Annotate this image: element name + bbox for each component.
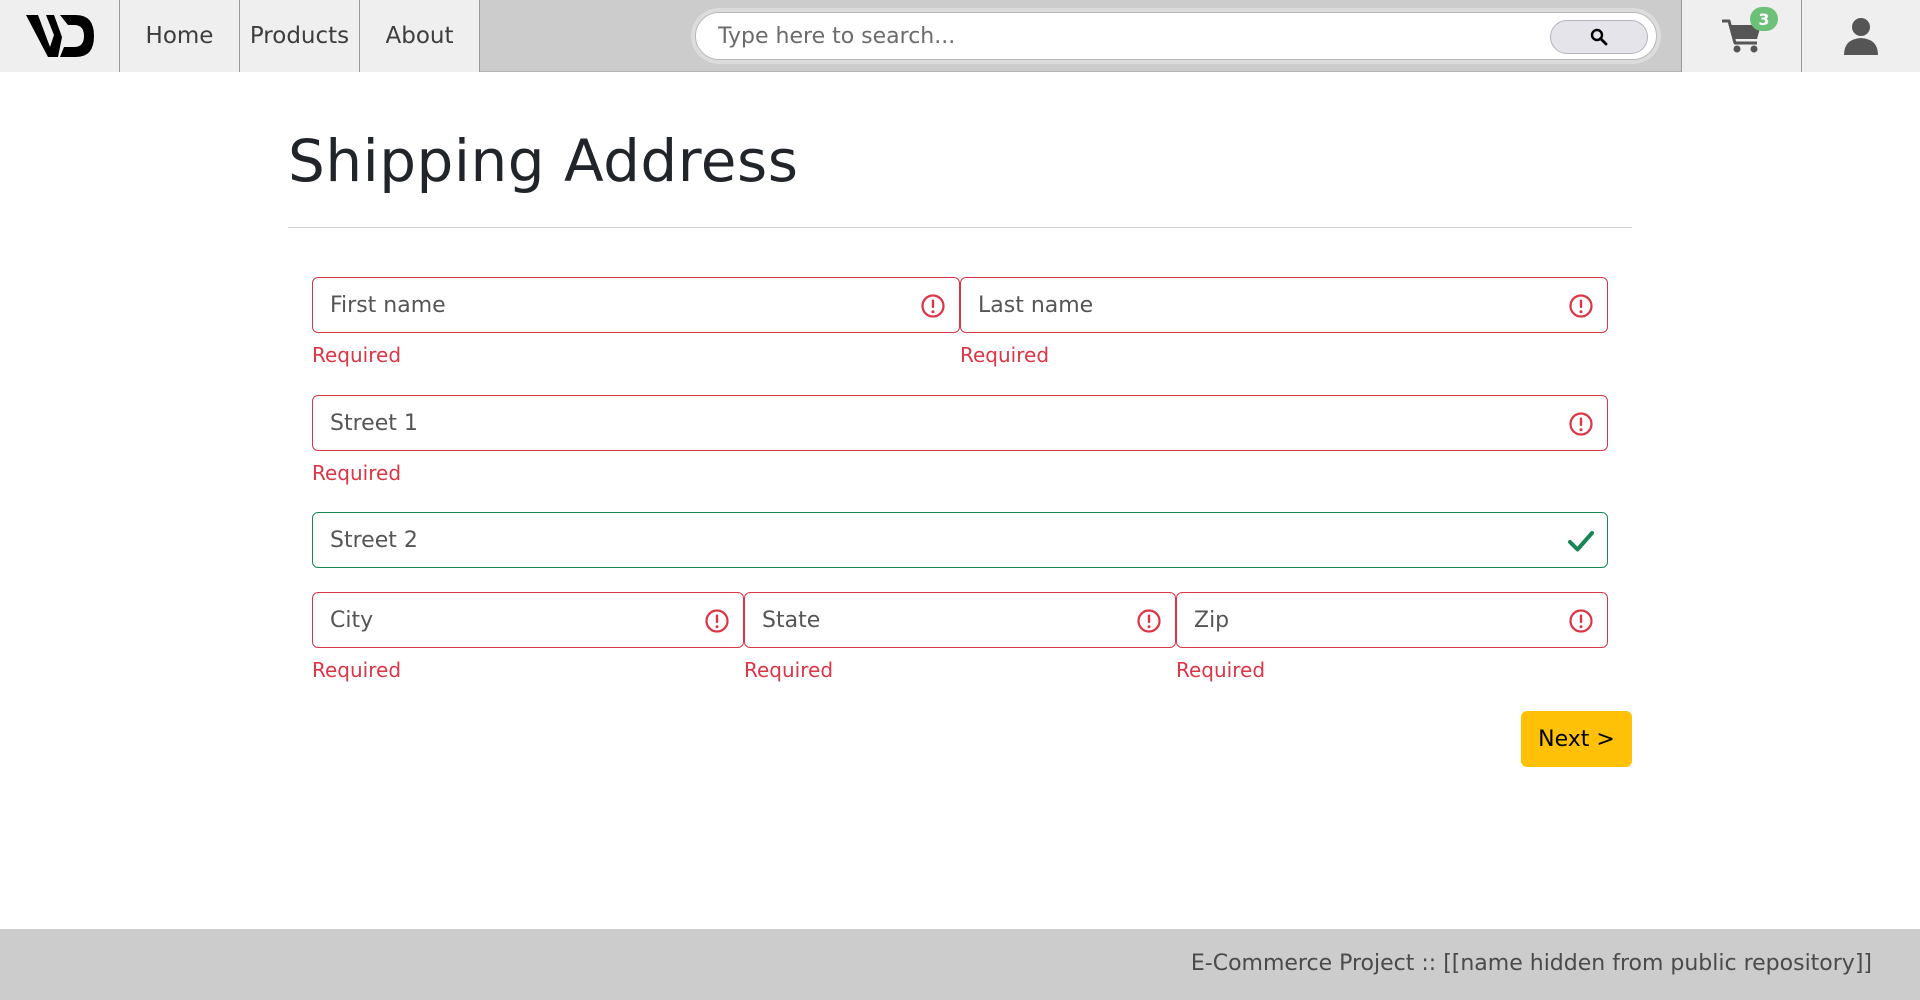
check-icon	[1568, 531, 1594, 552]
search-button[interactable]	[1550, 20, 1648, 54]
user-icon	[1844, 18, 1878, 55]
zip-input[interactable]	[1194, 603, 1564, 637]
nav-products[interactable]: Products	[240, 0, 360, 72]
search-icon	[1590, 28, 1608, 46]
cart-count-badge: 3	[1750, 7, 1778, 31]
cart-button[interactable]: 3	[1681, 0, 1801, 72]
last-name-field	[960, 277, 1608, 333]
state-feedback: Required	[744, 658, 834, 682]
footer-text: E-Commerce Project :: [[name hidden from…	[1190, 951, 1872, 976]
error-icon	[705, 609, 729, 633]
city-field	[312, 592, 744, 648]
city-feedback: Required	[312, 658, 402, 682]
street1-input[interactable]	[330, 406, 1550, 440]
zip-feedback: Required	[1176, 658, 1266, 682]
search-bar	[695, 12, 1657, 60]
error-icon	[1569, 412, 1593, 436]
street2-input[interactable]	[330, 523, 1550, 557]
last-name-feedback: Required	[960, 343, 1050, 367]
title-divider	[288, 227, 1632, 228]
state-field	[744, 592, 1176, 648]
last-name-input[interactable]	[978, 288, 1558, 322]
brand-logo[interactable]	[0, 0, 120, 72]
error-icon	[1569, 609, 1593, 633]
zip-field	[1176, 592, 1608, 648]
street2-field	[312, 512, 1608, 568]
error-icon	[921, 294, 945, 318]
footer: E-Commerce Project :: [[name hidden from…	[0, 929, 1920, 1000]
first-name-feedback: Required	[312, 343, 402, 367]
next-button[interactable]: Next >	[1521, 711, 1632, 767]
navbar: Home Products About 3	[0, 0, 1920, 72]
error-icon	[1569, 294, 1593, 318]
state-input[interactable]	[762, 603, 1132, 637]
street1-field	[312, 395, 1608, 451]
logo-icon	[25, 15, 94, 57]
first-name-field	[312, 277, 960, 333]
nav-about[interactable]: About	[360, 0, 480, 72]
street1-feedback: Required	[312, 461, 402, 485]
nav-home[interactable]: Home	[120, 0, 240, 72]
error-icon	[1137, 609, 1161, 633]
user-account-button[interactable]	[1801, 0, 1920, 72]
page-title: Shipping Address	[288, 127, 799, 195]
city-input[interactable]	[330, 603, 700, 637]
first-name-input[interactable]	[330, 288, 910, 322]
search-input[interactable]	[718, 19, 1538, 53]
